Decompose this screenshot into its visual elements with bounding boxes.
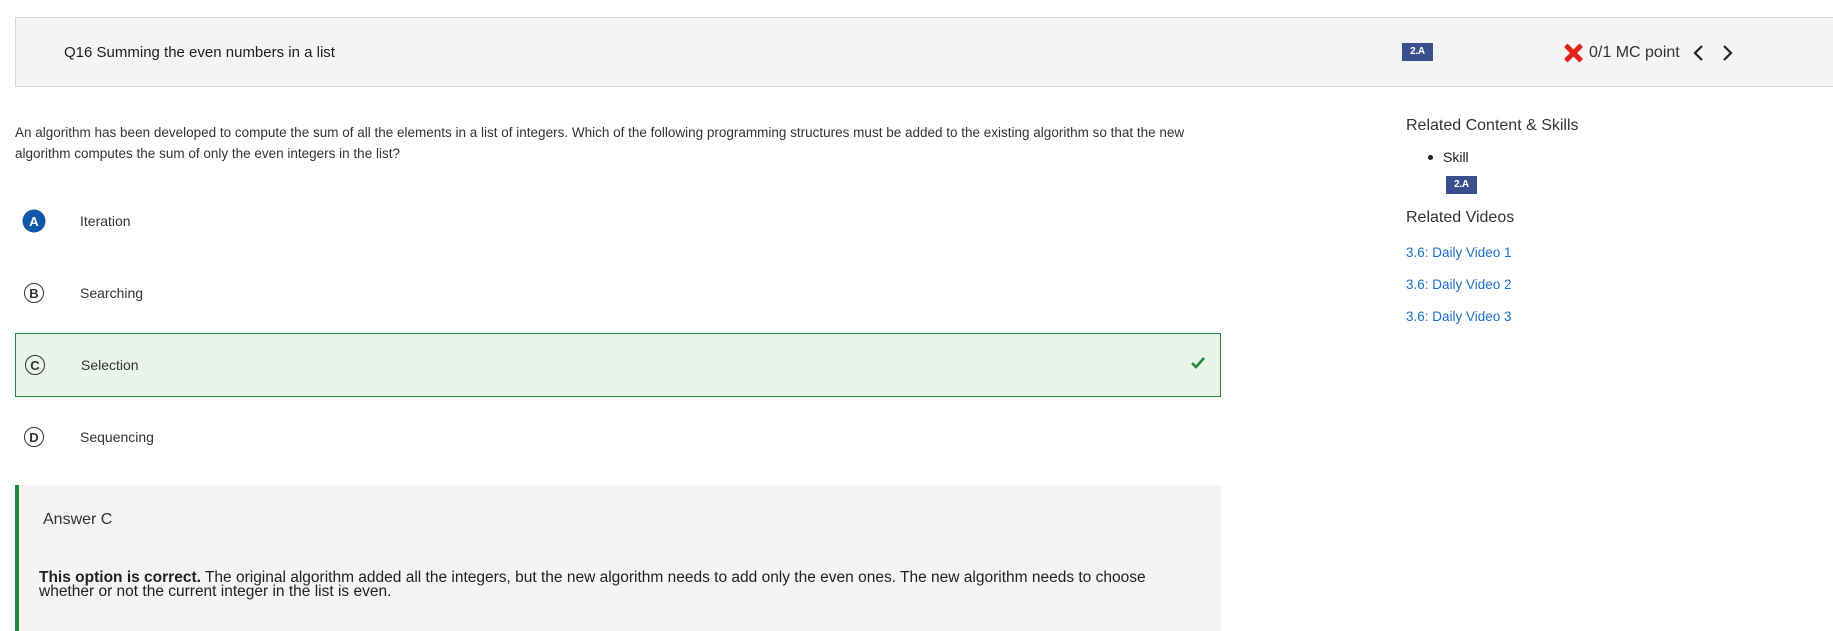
option-text: Iteration (80, 213, 131, 229)
answer-explanation: This option is correct. The original alg… (39, 569, 1199, 600)
question-page: Q16 Summing the even numbers in a list 2… (0, 0, 1833, 631)
score-text: 0/1 MC point (1589, 44, 1680, 61)
sidebar-skill-badge: 2.A (1446, 176, 1477, 194)
option-d[interactable]: D Sequencing (15, 406, 1221, 468)
answer-title: Answer C (43, 511, 113, 528)
skill-list-item: Skill (1428, 149, 1469, 165)
option-letter: D (24, 427, 44, 447)
option-text: Sequencing (80, 429, 154, 445)
option-letter: C (25, 355, 45, 375)
video-link-1[interactable]: 3.6: Daily Video 1 (1406, 245, 1512, 260)
option-letter: B (24, 283, 44, 303)
chevron-right-icon (1722, 45, 1733, 61)
question-title: Q16 Summing the even numbers in a list (64, 44, 335, 61)
option-b[interactable]: B Searching (15, 262, 1221, 324)
question-header: Q16 Summing the even numbers in a list 2… (15, 17, 1833, 87)
answer-panel: Answer C This option is correct. The ori… (15, 485, 1221, 631)
video-link-3[interactable]: 3.6: Daily Video 3 (1406, 309, 1512, 324)
chevron-left-icon (1693, 45, 1703, 61)
option-letter: A (24, 211, 44, 231)
skill-badge: 2.A (1402, 43, 1433, 61)
option-text: Searching (80, 285, 144, 301)
score-area: 0/1 MC point (1562, 18, 1736, 88)
check-icon (1191, 357, 1205, 369)
option-c[interactable]: C Selection (15, 333, 1221, 397)
question-stem: An algorithm has been developed to compu… (15, 125, 1185, 161)
related-content-heading: Related Content & Skills (1406, 117, 1579, 134)
option-a[interactable]: A Iteration (15, 190, 1221, 252)
prev-question-button[interactable] (1690, 41, 1708, 65)
option-text: Selection (81, 357, 139, 373)
skill-label: Skill (1443, 149, 1469, 165)
video-link-2[interactable]: 3.6: Daily Video 2 (1406, 277, 1512, 292)
related-videos-heading: Related Videos (1406, 209, 1515, 226)
next-question-button[interactable] (1718, 41, 1736, 65)
answer-body: The original algorithm added all the int… (39, 569, 1146, 600)
bullet (1428, 154, 1433, 160)
x-icon (1562, 42, 1584, 64)
